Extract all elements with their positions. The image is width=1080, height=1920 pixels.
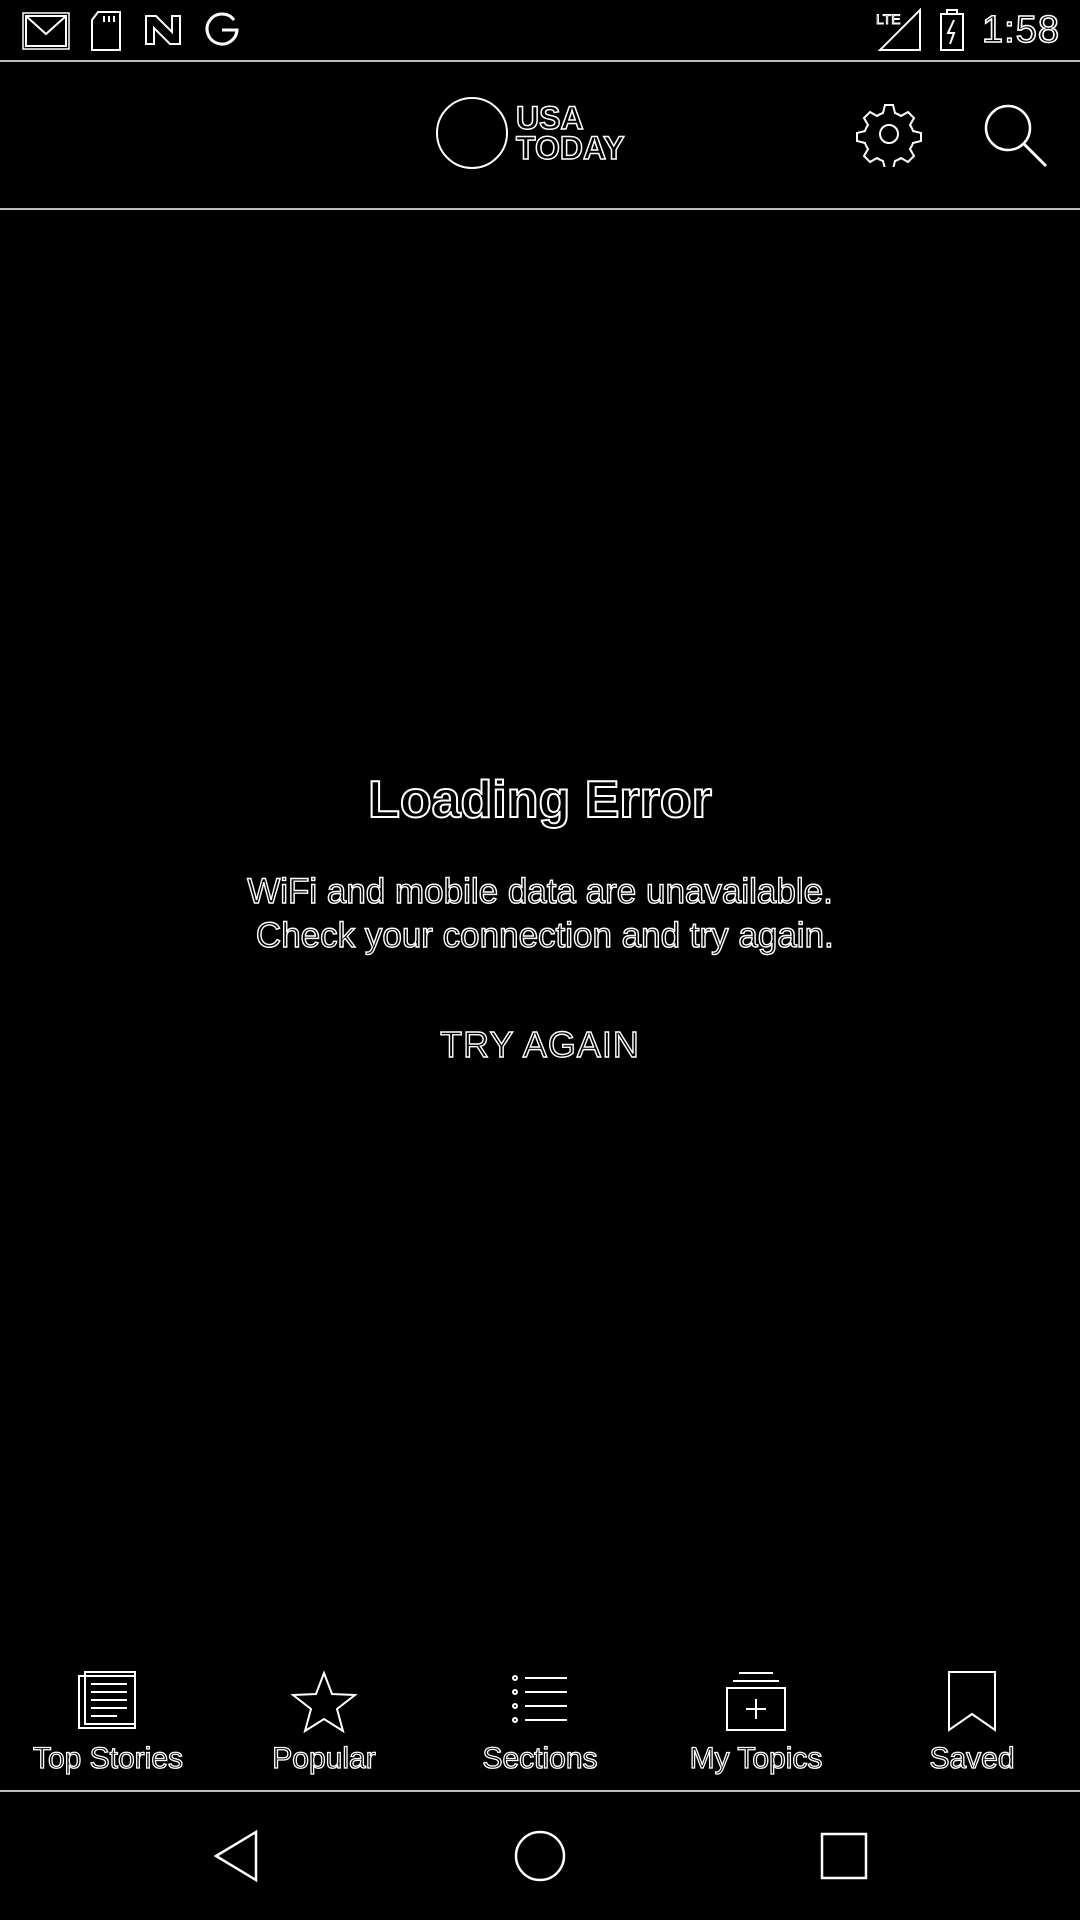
bottom-navigation: Top Stories Popular Sections My Topics S…	[0, 1660, 1080, 1792]
logo-line-1: USA	[515, 100, 584, 136]
notification-icons	[22, 10, 242, 52]
app-bar: USA TODAY	[0, 62, 1080, 210]
svg-text:LTE: LTE	[876, 11, 901, 27]
system-navigation-bar	[0, 1792, 1080, 1920]
nav-label-top-stories: Top Stories	[32, 1741, 184, 1775]
logo-line-2: TODAY	[515, 130, 625, 166]
usa-today-logo[interactable]: USA TODAY	[436, 97, 625, 169]
gear-icon	[856, 104, 922, 170]
battery-charging-icon	[940, 9, 965, 51]
nav-popular[interactable]: Popular	[216, 1660, 432, 1790]
nav-label-popular: Popular	[272, 1741, 377, 1775]
star-icon	[290, 1670, 358, 1734]
error-title: Loading Error	[367, 770, 713, 830]
app-screen: LTE 1:58 USA TODAY Loading Error WiFi an…	[0, 0, 1080, 1920]
system-status-icons: LTE 1:58	[874, 8, 1060, 52]
status-time: 1:58	[981, 8, 1060, 52]
back-triangle-icon	[213, 1829, 258, 1883]
sd-card-icon	[91, 11, 121, 51]
recents-square-icon	[820, 1832, 868, 1880]
home-button[interactable]	[510, 1826, 570, 1886]
back-button[interactable]	[206, 1826, 266, 1886]
nav-sections[interactable]: Sections	[432, 1660, 648, 1790]
nav-my-topics[interactable]: My Topics	[648, 1660, 864, 1790]
topics-add-icon	[726, 1672, 786, 1731]
error-message: WiFi and mobile data are unavailable. Ch…	[0, 870, 1080, 958]
bookmark-icon	[948, 1671, 996, 1732]
search-button[interactable]	[980, 100, 1050, 170]
logo-circle-icon	[436, 97, 508, 169]
search-icon	[984, 104, 1048, 168]
loading-error-panel: Loading Error WiFi and mobile data are u…	[0, 770, 1080, 1072]
nav-top-stories[interactable]: Top Stories	[0, 1660, 216, 1790]
google-icon	[205, 12, 239, 46]
newspaper-icon	[78, 1671, 136, 1729]
n-news-icon	[145, 15, 181, 45]
recents-button[interactable]	[814, 1826, 874, 1886]
home-circle-icon	[514, 1830, 566, 1882]
nav-label-sections: Sections	[482, 1741, 598, 1775]
list-icon	[512, 1675, 567, 1723]
lte-signal-icon: LTE	[876, 8, 922, 51]
nav-label-saved: Saved	[929, 1741, 1015, 1775]
logo-text: USA TODAY	[515, 100, 625, 166]
gmail-icon	[22, 12, 70, 50]
error-message-line-1: WiFi and mobile data are unavailable.	[246, 871, 833, 911]
error-message-line-2: Check your connection and try again.	[246, 915, 834, 955]
status-bar: LTE 1:58	[0, 0, 1080, 62]
try-again-button[interactable]: TRY AGAIN	[424, 1018, 656, 1072]
nav-saved[interactable]: Saved	[864, 1660, 1080, 1790]
nav-label-my-topics: My Topics	[689, 1741, 823, 1775]
settings-button[interactable]	[856, 101, 922, 170]
